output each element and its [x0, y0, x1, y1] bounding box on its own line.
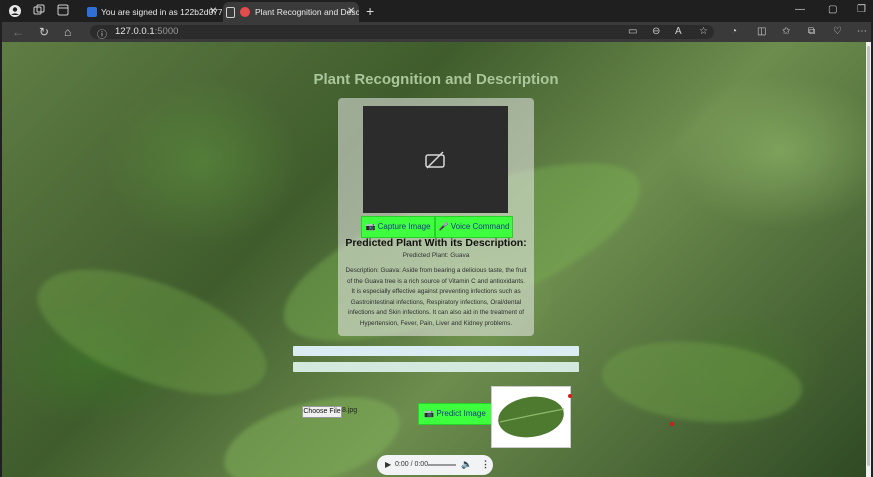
prediction-card: 📷 Capture Image 🎤 Voice Command Predicte… [338, 98, 534, 336]
camera-off-icon [424, 151, 446, 169]
page-title: Plant Recognition and Description [313, 71, 559, 88]
marker-dot [568, 394, 572, 398]
split-screen-icon[interactable]: ◫ [757, 25, 766, 39]
refresh-icon[interactable]: ↻ [39, 25, 49, 39]
leaf-decoration [22, 235, 282, 429]
minimize-icon[interactable]: — [795, 4, 805, 15]
more-menu-icon[interactable]: ⋯ [857, 25, 867, 39]
camera-preview [363, 106, 508, 213]
recording-icon [240, 7, 250, 17]
audio-seek-bar[interactable] [428, 464, 456, 466]
maximize-icon[interactable]: ▢ [828, 4, 837, 15]
read-aloud-icon[interactable]: A [675, 25, 682, 39]
back-icon[interactable]: ← [12, 25, 24, 39]
tab-actions-icon[interactable] [56, 4, 70, 18]
prediction-heading: Predicted Plant With its Description: [345, 237, 527, 249]
page-scrollbar[interactable] [866, 42, 871, 477]
predicted-plant: Predicted Plant: Guava [402, 252, 470, 259]
choose-file-button[interactable]: Choose File [302, 406, 342, 418]
site-favicon-icon [87, 7, 97, 17]
leaf-decoration [596, 325, 808, 439]
scrollbar-thumb[interactable] [867, 46, 870, 466]
close-tab-icon[interactable]: ✕ [209, 2, 217, 22]
address-toolbar: ← ↻ ⌂ ⓘ 127.0.0.1:5000 ▭ ⊖ A ☆ ◔ ◫ ✩ ⧉ ♡… [2, 22, 871, 42]
tab-label: You are signed in as 122b2d077 [101, 7, 222, 17]
uploaded-leaf-image [491, 386, 571, 448]
tab-plant-recognition[interactable]: Plant Recognition and Desc ✕ [223, 2, 359, 22]
voice-command-button[interactable]: 🎤 Voice Command [435, 216, 513, 238]
audio-more-icon[interactable]: ⋮ [481, 459, 490, 470]
browser-window: You are signed in as 122b2d077 ✕ Plant R… [2, 0, 871, 477]
capture-image-button[interactable]: 📷 Capture Image [361, 216, 435, 238]
restore-icon[interactable]: ❐ [857, 4, 866, 15]
site-info-icon[interactable]: ⓘ [97, 26, 107, 41]
text-input-1[interactable] [293, 346, 579, 356]
profile-icon[interactable] [8, 4, 22, 18]
tab-bar: You are signed in as 122b2d077 ✕ Plant R… [2, 0, 871, 22]
plant-description: Description: Guava: Aside from bearing a… [345, 267, 527, 327]
collections-icon[interactable]: ⧉ [808, 25, 815, 39]
play-icon[interactable]: ▶ [385, 460, 391, 469]
audio-player[interactable]: ▶ 0:00 / 0:00 🔈 ⋮ [377, 455, 493, 475]
video-icon[interactable]: ▭ [628, 25, 637, 39]
text-input-2[interactable] [293, 362, 579, 372]
volume-icon[interactable]: 🔈 [461, 459, 472, 470]
browser-essentials-icon[interactable]: ♡ [833, 25, 842, 39]
tab-label: Plant Recognition and Desc [255, 7, 359, 17]
page-icon [226, 7, 235, 18]
url-text: 127.0.0.1:5000 [115, 26, 179, 37]
close-tab-icon[interactable]: ✕ [347, 2, 355, 22]
copilot-icon[interactable]: ◔ [731, 25, 737, 39]
predict-image-button[interactable]: 📷 Predict Image [418, 403, 492, 425]
file-name-label: 8.jpg [342, 407, 358, 414]
new-tab-icon[interactable]: + [366, 2, 374, 20]
workspaces-icon[interactable] [32, 4, 46, 18]
marker-dot [670, 422, 674, 426]
favorite-star-icon[interactable]: ☆ [699, 25, 708, 39]
audio-time: 0:00 / 0:00 [395, 461, 429, 468]
page-background: Plant Recognition and Description 📷 Capt… [2, 42, 866, 477]
tab-signed-in[interactable]: You are signed in as 122b2d077 ✕ [82, 2, 222, 22]
home-icon[interactable]: ⌂ [64, 25, 71, 39]
favorites-icon[interactable]: ✩ [782, 25, 790, 39]
zoom-out-icon[interactable]: ⊖ [652, 25, 660, 39]
url-field[interactable]: ⓘ 127.0.0.1:5000 [90, 25, 714, 41]
